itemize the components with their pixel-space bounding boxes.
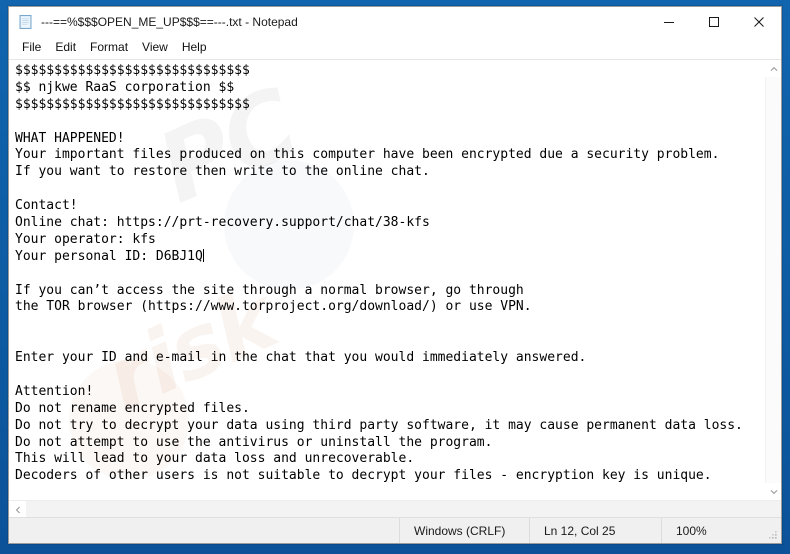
document-line: Your operator: kfs <box>15 232 764 249</box>
document-line: $$ njkwe RaaS corporation $$ <box>15 80 764 97</box>
document-line: Your important files produced on this co… <box>15 147 764 164</box>
scroll-left-arrow[interactable] <box>9 501 26 518</box>
document-line: Your personal ID: D6BJ1Q <box>15 248 764 266</box>
document-line-text: Decoders of other users is not suitable … <box>15 468 712 484</box>
vertical-scroll-track[interactable] <box>765 77 781 483</box>
document-line-text: Enter your ID and e-mail in the chat tha… <box>15 350 587 366</box>
document-line: Decoders of other users is not suitable … <box>15 468 764 485</box>
maximize-button[interactable] <box>691 7 736 37</box>
vertical-scroll-thumb[interactable] <box>765 77 781 483</box>
menu-bar: File Edit Format View Help <box>9 37 781 59</box>
document-line: the TOR browser (https://www.torproject.… <box>15 299 764 316</box>
editor-row: PC risk $$$$$$$$$$$$$$$$$$$$$$$$$$$$$$ $$… <box>9 60 781 500</box>
close-button[interactable] <box>736 7 781 37</box>
status-bar: Windows (CRLF) Ln 12, Col 25 100% <box>9 517 781 543</box>
document-line-text: $$ njkwe RaaS corporation $$ <box>15 79 235 95</box>
document-line-text: Your personal ID: D6BJ1Q <box>15 248 203 264</box>
document-line-text: If you can’t access the site through a n… <box>15 282 524 298</box>
menu-item-file[interactable]: File <box>15 38 48 57</box>
document-line-text: Do not attempt to use the antivirus or u… <box>15 434 493 450</box>
editor-area: PC risk $$$$$$$$$$$$$$$$$$$$$$$$$$$$$$ $$… <box>9 59 781 518</box>
scroll-up-arrow[interactable] <box>765 60 781 77</box>
document-line-text: Contact! <box>15 198 78 214</box>
document-line: Contact! <box>15 198 764 215</box>
notepad-icon <box>18 14 34 30</box>
document-line-text: Do not try to decrypt your data using th… <box>15 417 743 433</box>
document-line: $$$$$$$$$$$$$$$$$$$$$$$$$$$$$$ <box>15 97 764 114</box>
menu-item-edit[interactable]: Edit <box>48 38 83 57</box>
window-title: ---==%$$$OPEN_ME_UP$$$==---.txt - Notepa… <box>41 15 298 29</box>
document-line: This will lead to your data loss and unr… <box>15 451 764 468</box>
horizontal-scroll-thumb[interactable] <box>26 501 764 517</box>
document-line-text: $$$$$$$$$$$$$$$$$$$$$$$$$$$$$$ <box>15 63 250 78</box>
document-line-text: Your important files produced on this co… <box>15 147 720 163</box>
document-line-text: If you want to restore then write to the… <box>15 164 430 180</box>
status-cursor-position: Ln 12, Col 25 <box>529 517 661 543</box>
text-editor[interactable]: PC risk $$$$$$$$$$$$$$$$$$$$$$$$$$$$$$ $$… <box>9 60 764 500</box>
window-controls <box>646 7 781 37</box>
document-line: WHAT HAPPENED! <box>15 131 764 148</box>
document-line: Attention! <box>15 384 764 401</box>
menu-item-view[interactable]: View <box>135 38 175 57</box>
document-line-text: WHAT HAPPENED! <box>15 130 125 146</box>
document-line: Do not try to decrypt your data using th… <box>15 418 764 435</box>
document-text: $$$$$$$$$$$$$$$$$$$$$$$$$$$$$$ $$ njkwe R… <box>15 63 764 485</box>
document-line: Enter your ID and e-mail in the chat tha… <box>15 350 764 367</box>
menu-item-help[interactable]: Help <box>175 38 214 57</box>
document-line: Online chat: https://prt-recovery.suppor… <box>15 215 764 232</box>
document-line-text: Online chat: https://prt-recovery.suppor… <box>15 215 430 231</box>
document-line: $$$$$$$$$$$$$$$$$$$$$$$$$$$$$$ <box>15 63 764 80</box>
text-caret <box>202 248 204 262</box>
document-line-text: This will lead to your data loss and unr… <box>15 451 415 467</box>
status-line-ending: Windows (CRLF) <box>399 517 529 543</box>
document-line-text: the TOR browser (https://www.torproject.… <box>15 299 532 315</box>
document-line: Do not attempt to use the antivirus or u… <box>15 435 764 452</box>
document-line: If you want to restore then write to the… <box>15 164 764 181</box>
document-line: Do not rename encrypted files. <box>15 401 764 418</box>
document-line-text: Your operator: kfs <box>15 231 156 247</box>
document-line-text: $$$$$$$$$$$$$$$$$$$$$$$$$$$$$$ <box>15 96 250 112</box>
horizontal-scrollbar[interactable] <box>9 500 781 518</box>
horizontal-scroll-track[interactable] <box>26 501 764 517</box>
scroll-down-arrow[interactable] <box>765 483 781 500</box>
menu-item-format[interactable]: Format <box>83 38 135 57</box>
document-line-text: Attention! <box>15 383 94 399</box>
minimize-button[interactable] <box>646 7 691 37</box>
document-line: If you can’t access the site through a n… <box>15 283 764 300</box>
scrollbar-corner <box>764 501 781 518</box>
document-line-text: Do not rename encrypted files. <box>15 400 250 416</box>
title-bar[interactable]: ---==%$$$OPEN_ME_UP$$$==---.txt - Notepa… <box>9 7 781 37</box>
status-zoom-level: 100% <box>661 517 781 543</box>
notepad-window: ---==%$$$OPEN_ME_UP$$$==---.txt - Notepa… <box>8 6 782 544</box>
status-spacer <box>9 518 399 544</box>
vertical-scrollbar[interactable] <box>764 60 781 500</box>
